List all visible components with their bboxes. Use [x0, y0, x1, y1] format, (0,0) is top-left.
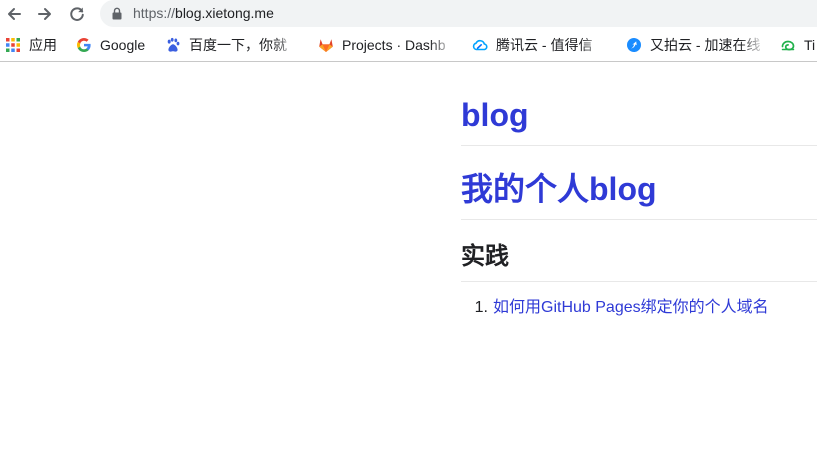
address-bar[interactable]: https://blog.xietong.me [100, 0, 817, 27]
bookmark-label: Ti [804, 37, 816, 53]
section-heading: 实践 [461, 243, 509, 270]
google-icon [76, 37, 92, 53]
list-number: 1. [474, 299, 488, 316]
article-list: 1. 如何用GitHub Pages绑定你的个人域名 [461, 298, 817, 318]
url-text[interactable]: https://blog.xietong.me [133, 5, 274, 22]
bookmark-tencent-cloud[interactable]: 腾讯云 - 值得信 [472, 36, 608, 54]
bookmark-google[interactable]: Google [76, 36, 156, 54]
url-host: blog.xietong.me [175, 5, 274, 21]
list-item: 1. 如何用GitHub Pages绑定你的个人域名 [461, 298, 817, 318]
section-divider [461, 281, 817, 282]
bookmark-ti[interactable]: Ti [780, 36, 817, 54]
bookmark-label: Google [100, 37, 146, 53]
gitlab-fox-icon [318, 37, 334, 53]
page-title[interactable]: blog [461, 95, 529, 135]
green-swirl-icon [780, 37, 796, 53]
reload-icon [70, 7, 84, 21]
lock-icon [112, 7, 122, 20]
url-scheme: https:// [133, 5, 176, 21]
forward-button[interactable] [33, 2, 57, 26]
apps-grid-icon [5, 37, 21, 53]
bookmark-baidu[interactable]: 百度一下，你就 [165, 36, 300, 54]
back-arrow-icon [8, 8, 21, 20]
back-button[interactable] [2, 2, 26, 26]
bookmark-label: 百度一下，你就 [189, 37, 287, 53]
bookmark-gitlab[interactable]: Projects · Dashb [318, 36, 455, 54]
subtitle-divider [461, 219, 817, 220]
bookmark-upyun[interactable]: 又拍云 - 加速在线 [626, 36, 766, 54]
browser-toolbar: https://blog.xietong.me [0, 0, 817, 28]
bookmarks-bar: 应用 Google 百度一下，你就 Projects · Dashb 腾讯云 -… [0, 28, 817, 62]
bookmark-label: 应用 [29, 37, 57, 53]
title-divider [461, 145, 817, 146]
bookmark-apps[interactable]: 应用 [5, 36, 63, 54]
page-content: blog 我的个人blog 实践 1. 如何用GitHub Pages绑定你的个… [461, 63, 817, 450]
article-link[interactable]: 如何用GitHub Pages绑定你的个人域名 [493, 298, 769, 318]
bookmark-label: 腾讯云 - 值得信 [496, 37, 593, 53]
baidu-paw-icon [165, 37, 181, 53]
bookmark-label: 又拍云 - 加速在线 [650, 37, 761, 53]
tencent-cloud-icon [472, 37, 488, 53]
bookmark-label: Projects · Dashb [342, 37, 446, 53]
reload-button[interactable] [65, 2, 89, 26]
upyun-icon [626, 37, 642, 53]
page-subtitle[interactable]: 我的个人blog [461, 169, 657, 209]
forward-arrow-icon [38, 8, 51, 20]
